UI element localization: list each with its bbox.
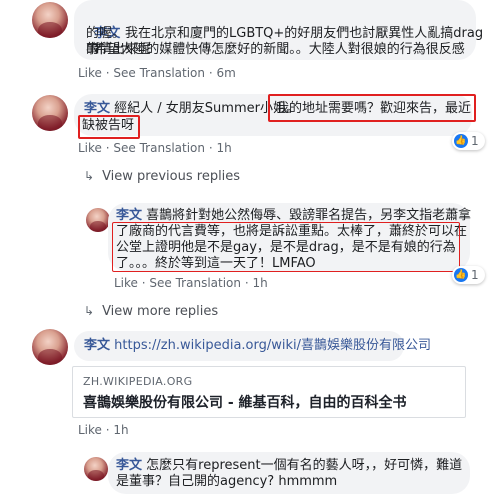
like-reaction-icon: 👍	[454, 134, 468, 148]
comment-actions: Like · See Translation · 1h	[114, 276, 268, 290]
see-translation-link[interactable]: See Translation	[113, 141, 205, 155]
comment-author[interactable]: 李文	[116, 208, 142, 223]
like-link[interactable]: Like	[114, 276, 138, 290]
comment-text: 李文 怎麼只有represent一個有名的藝人呀，，好可憐，難道	[116, 458, 463, 473]
preview-domain: ZH.WIKIPEDIA.ORG	[83, 375, 193, 388]
comment-text: 李文 https://zh.wikipedia.org/wiki/喜鵲娛樂股份有…	[84, 338, 431, 354]
view-previous-replies[interactable]: ↳ View previous replies	[84, 169, 240, 184]
comment-actions: Like · See Translation · 1h	[78, 141, 232, 155]
comment-author[interactable]: 李文	[84, 101, 110, 116]
view-more-replies[interactable]: ↳ View more replies	[84, 304, 218, 319]
see-translation-link[interactable]: See Translation	[113, 66, 205, 80]
like-link[interactable]: Like	[78, 141, 102, 155]
reaction-count[interactable]: 👍 1	[452, 266, 485, 284]
reply-arrow-icon: ↳	[84, 304, 95, 318]
timestamp[interactable]: 1h	[252, 276, 267, 290]
avatar[interactable]	[86, 208, 110, 232]
preview-title: 喜鵲娛樂股份有限公司 - 維基百科，自由的百科全书	[83, 395, 407, 411]
see-translation-link[interactable]: See Translation	[149, 276, 241, 290]
like-link[interactable]: Like	[78, 66, 102, 80]
avatar[interactable]	[84, 457, 108, 481]
link-preview-card[interactable]: ZH.WIKIPEDIA.ORG 喜鵲娛樂股份有限公司 - 維基百科，自由的百科…	[72, 366, 466, 418]
like-reaction-icon: 👍	[454, 268, 468, 282]
reply-arrow-icon: ↳	[84, 169, 95, 183]
avatar[interactable]	[32, 2, 68, 38]
highlight-box	[112, 222, 460, 272]
comment-actions: Like · 1h	[78, 423, 129, 437]
highlight-box	[268, 94, 476, 122]
timestamp[interactable]: 1h	[216, 141, 231, 155]
timestamp[interactable]: 1h	[113, 423, 128, 437]
comment-link[interactable]: https://zh.wikipedia.org/wiki/喜鵲娛樂股份有限公司	[114, 338, 431, 353]
avatar[interactable]	[32, 329, 68, 365]
comment-text-line: 事情出來呢	[86, 42, 152, 57]
reaction-count[interactable]: 👍 1	[452, 132, 485, 150]
highlight-box	[78, 115, 140, 139]
like-link[interactable]: Like	[78, 423, 102, 437]
avatar[interactable]	[32, 95, 68, 131]
comment-author[interactable]: 李文	[116, 458, 142, 473]
comment-actions: Like · See Translation · 6m	[78, 66, 236, 80]
comment-author[interactable]: 李文	[84, 338, 110, 353]
timestamp[interactable]: 6m	[216, 66, 235, 80]
